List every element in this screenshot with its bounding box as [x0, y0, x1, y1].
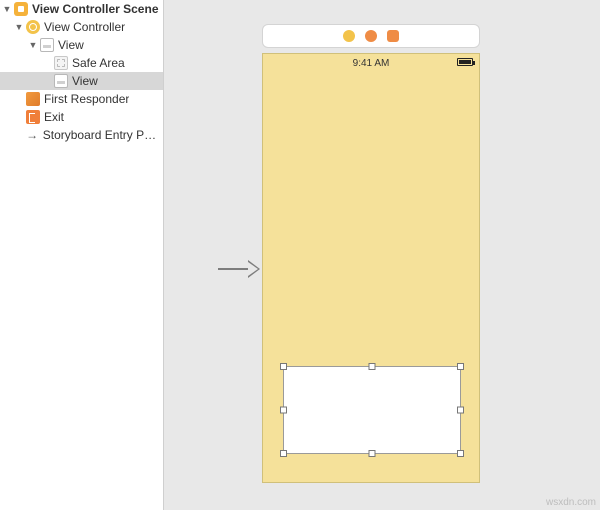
resize-handle-bottom-left[interactable] [280, 450, 287, 457]
storyboard-canvas[interactable]: 9:41 AM wsxdn.com [164, 0, 600, 510]
canvas-root-view[interactable]: 9:41 AM [262, 53, 480, 483]
outline-label: View Controller [44, 20, 125, 34]
outline-scene-row[interactable]: ▼ View Controller Scene [0, 0, 163, 18]
outline-label: View [72, 74, 98, 88]
outline-exit-row[interactable]: ▼ Exit [0, 108, 163, 126]
status-bar: 9:41 AM [263, 54, 479, 72]
battery-icon [457, 58, 473, 66]
outline-child-view-row[interactable]: ▼ View [0, 72, 163, 90]
watermark: wsxdn.com [546, 497, 596, 508]
view-icon [54, 74, 68, 88]
resize-handle-top-right[interactable] [457, 363, 464, 370]
exit-icon [26, 110, 40, 124]
outline-root-view-row[interactable]: ▼ View [0, 36, 163, 54]
canvas-selected-view[interactable] [283, 366, 461, 454]
status-time: 9:41 AM [353, 58, 390, 69]
document-outline[interactable]: ▼ View Controller Scene ▼ View Controlle… [0, 0, 164, 510]
outline-label: Safe Area [72, 56, 125, 70]
disclosure-triangle-icon[interactable]: ▼ [14, 22, 24, 32]
resize-handle-top[interactable] [369, 363, 376, 370]
scene-dock[interactable] [262, 24, 480, 48]
view-icon [40, 38, 54, 52]
outline-label: Exit [44, 110, 64, 124]
first-responder-dock-icon[interactable] [365, 30, 377, 42]
exit-dock-icon[interactable] [387, 30, 399, 42]
resize-handle-bottom-right[interactable] [457, 450, 464, 457]
outline-label: Storyboard Entry Poi… [43, 128, 159, 142]
outline-entry-point-row[interactable]: ▼ → Storyboard Entry Poi… [0, 126, 163, 144]
outline-label: View Controller Scene [32, 2, 159, 16]
outline-label: View [58, 38, 84, 52]
disclosure-triangle-icon[interactable]: ▼ [28, 40, 38, 50]
outline-safe-area-row[interactable]: ▼ Safe Area [0, 54, 163, 72]
resize-handle-right[interactable] [457, 407, 464, 414]
outline-label: First Responder [44, 92, 129, 106]
arrow-right-icon: → [25, 128, 38, 142]
outline-viewcontroller-row[interactable]: ▼ View Controller [0, 18, 163, 36]
viewcontroller-icon [26, 20, 40, 34]
resize-handle-left[interactable] [280, 407, 287, 414]
disclosure-triangle-icon[interactable]: ▼ [2, 4, 12, 14]
resize-handle-top-left[interactable] [280, 363, 287, 370]
outline-first-responder-row[interactable]: ▼ First Responder [0, 90, 163, 108]
first-responder-icon [26, 92, 40, 106]
safe-area-icon [54, 56, 68, 70]
scene-icon [14, 2, 28, 16]
viewcontroller-dock-icon[interactable] [343, 30, 355, 42]
resize-handle-bottom[interactable] [369, 450, 376, 457]
